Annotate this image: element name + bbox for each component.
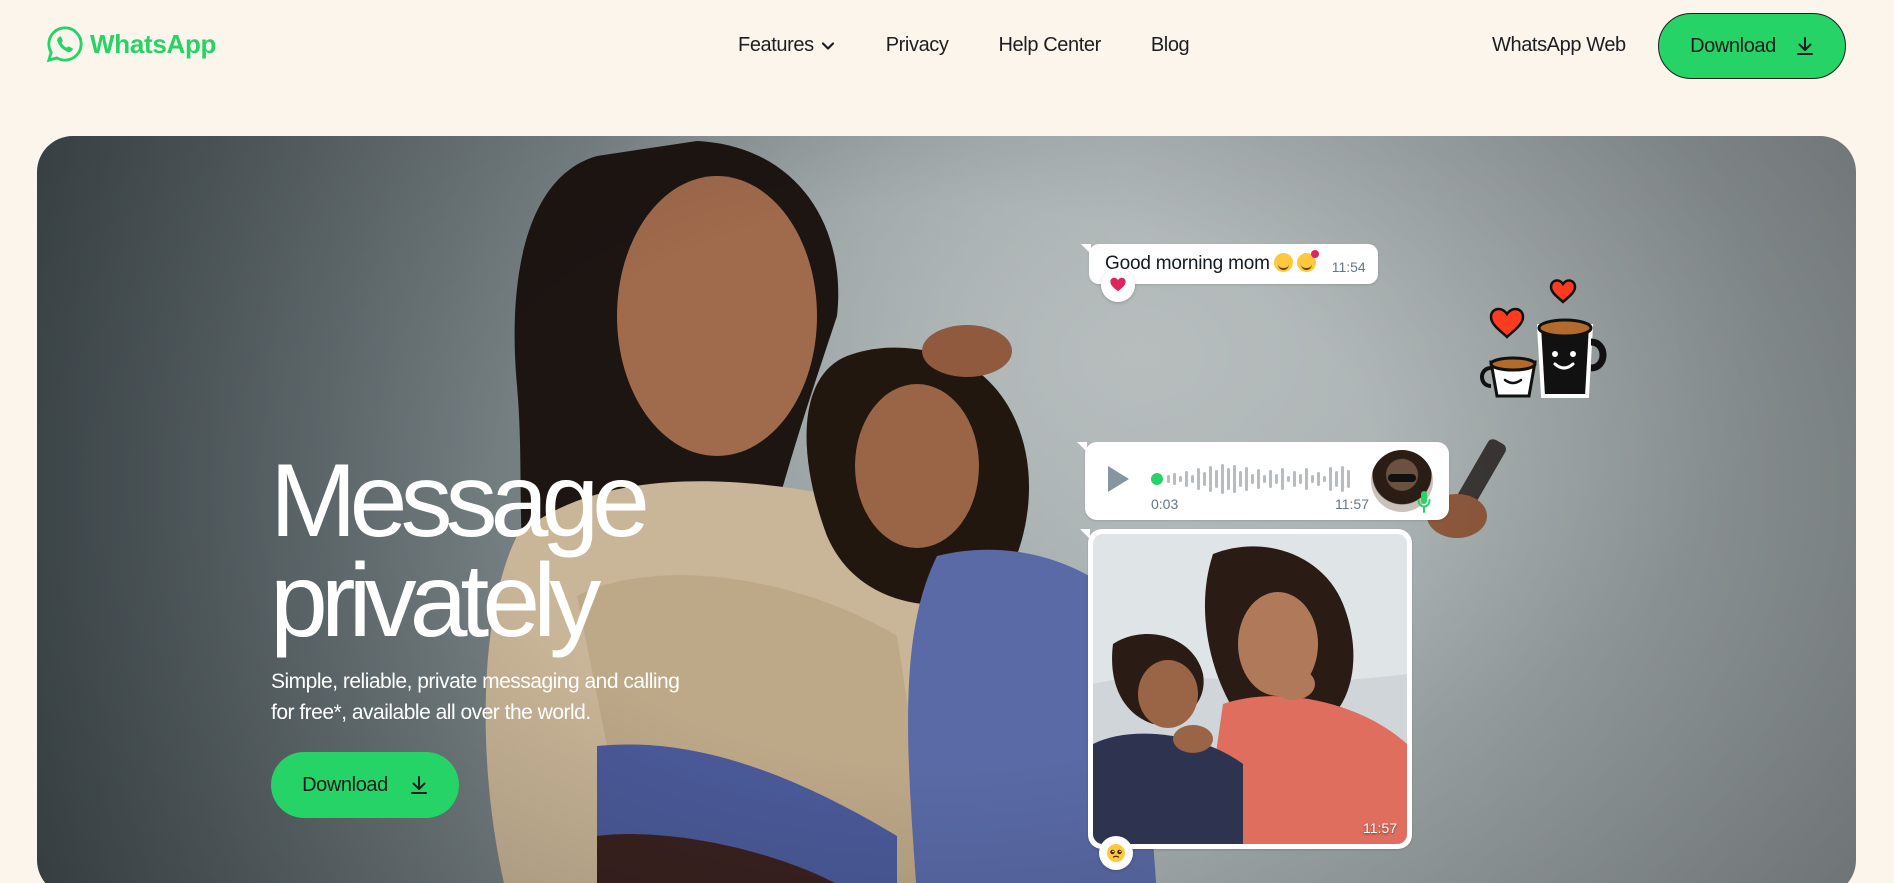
chat-message-text: Good morning mom — [1105, 250, 1319, 275]
top-navigation-bar: WhatsApp Features Privacy Help Center Bl… — [0, 0, 1894, 92]
photo-time: 11:57 — [1363, 820, 1397, 836]
logo-wordmark: WhatsApp — [90, 28, 217, 59]
voice-message-bubble: 0:03 11:57 — [1077, 442, 1449, 520]
coffee-mugs-sticker — [1480, 279, 1607, 398]
microphone-icon — [1417, 491, 1431, 513]
pleading-face-reaction — [1099, 836, 1133, 870]
chat-message-time: 11:54 — [1331, 259, 1366, 275]
main-nav: Features Privacy Help Center Blog — [738, 34, 1190, 57]
chat-message-text-value: Good morning mom — [1105, 253, 1270, 274]
heart-icon — [1110, 277, 1126, 292]
waveform-icon — [1151, 464, 1350, 494]
hero-title-line2: privately — [270, 543, 601, 659]
nav-privacy[interactable]: Privacy — [886, 34, 949, 57]
hero-title-line1: Message — [270, 443, 650, 559]
nav-features[interactable]: Features — [738, 34, 836, 57]
heart-reaction — [1101, 268, 1135, 302]
hero-section: Message privately Simple, reliable, priv… — [37, 136, 1856, 883]
header-download-button[interactable]: Download — [1658, 13, 1846, 79]
shared-photo: 11:57 — [1093, 534, 1407, 844]
play-icon[interactable] — [1105, 464, 1131, 494]
photo-message-bubble[interactable]: 11:57 — [1080, 529, 1412, 849]
whatsapp-logo-link[interactable]: WhatsApp — [46, 24, 216, 64]
voice-duration: 0:03 — [1151, 496, 1179, 512]
nav-blog[interactable]: Blog — [1151, 34, 1190, 57]
hero-download-label: Download — [302, 773, 388, 796]
smiling-face-hearts-icon — [1296, 250, 1319, 272]
hero-title: Message privately — [270, 443, 650, 659]
header-download-label: Download — [1690, 34, 1776, 57]
voice-time: 11:57 — [1335, 496, 1369, 512]
nav-features-label: Features — [738, 34, 814, 56]
nav-help-center[interactable]: Help Center — [999, 34, 1102, 57]
pleading-face-icon — [1107, 844, 1125, 862]
hero-subtitle: Simple, reliable, private messaging and … — [271, 670, 680, 724]
hero-download-button[interactable]: Download — [271, 752, 459, 818]
whatsapp-logo-icon — [46, 26, 83, 63]
smiling-face-icon — [1273, 253, 1293, 272]
whatsapp-web-link[interactable]: WhatsApp Web — [1492, 34, 1626, 57]
download-icon — [1796, 37, 1813, 55]
download-icon — [410, 776, 427, 794]
shared-photo-image — [1093, 534, 1407, 844]
chevron-down-icon — [821, 41, 834, 50]
